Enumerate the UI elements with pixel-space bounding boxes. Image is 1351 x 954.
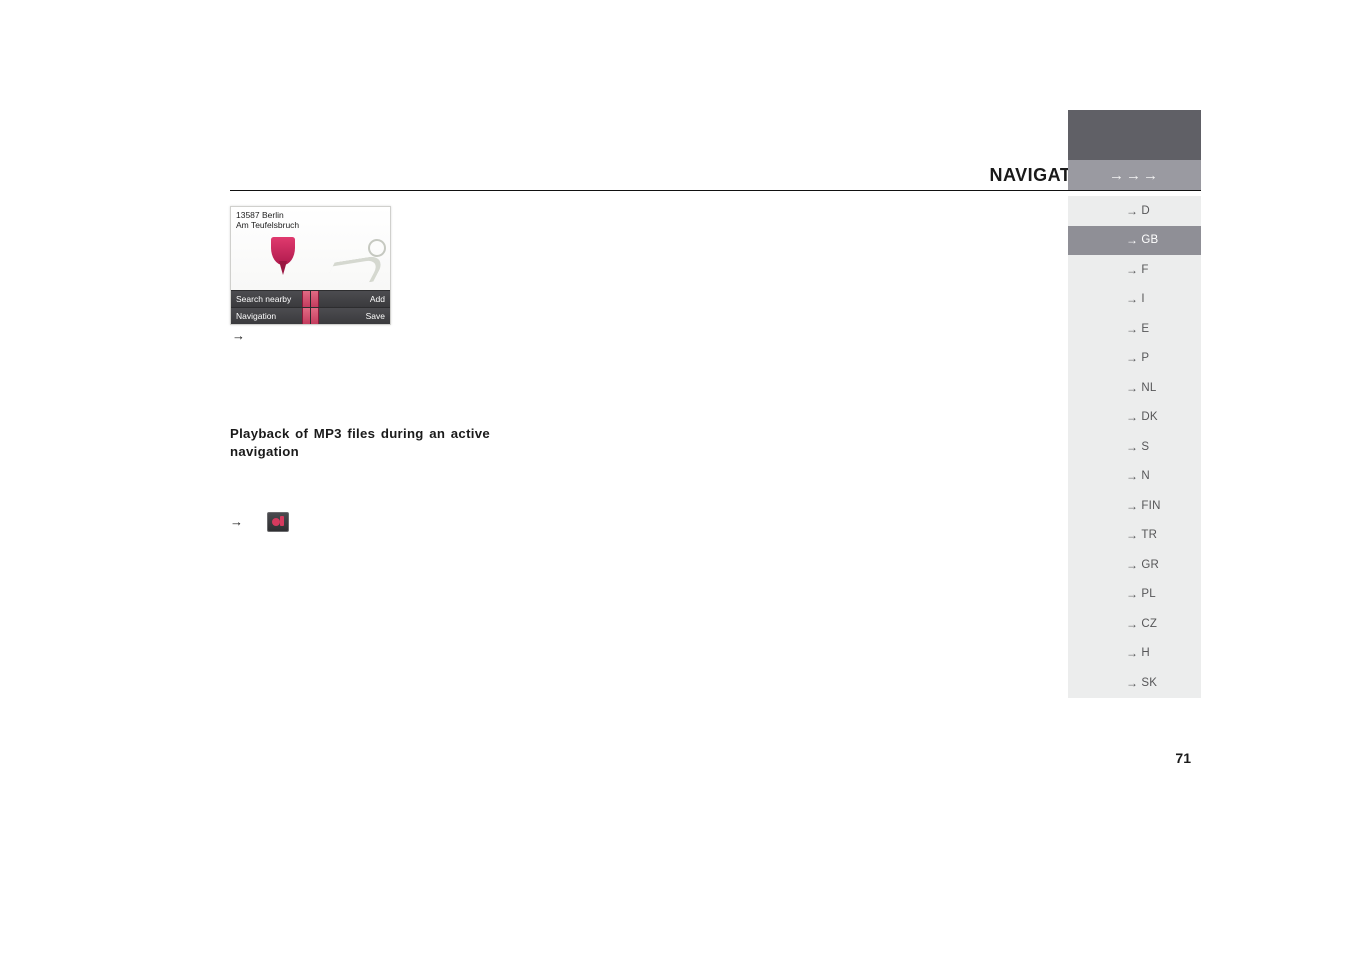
lang-item-gb[interactable]: →GB	[1068, 226, 1201, 256]
bullet-row: →	[230, 512, 640, 532]
lang-item-nl[interactable]: →NL	[1068, 373, 1201, 403]
device-screenshot: 13587 Berlin Am Teufelsbruch Search near…	[230, 206, 391, 325]
language-sidebar: →D→GB→F→I→E→P→NL→DK→S→N→FIN→TR→GR→PL→CZ→…	[1068, 196, 1201, 698]
arrow-right-icon: →	[1126, 646, 1138, 660]
lang-item-sk[interactable]: →SK	[1068, 668, 1201, 698]
content-column: 13587 Berlin Am Teufelsbruch Search near…	[230, 200, 640, 532]
lang-item-gr[interactable]: →GR	[1068, 550, 1201, 580]
lang-item-dk[interactable]: →DK	[1068, 403, 1201, 433]
lang-item-f[interactable]: →F	[1068, 255, 1201, 285]
screenshot-map	[231, 235, 390, 290]
arrow-right-icon: →	[1126, 292, 1138, 306]
lang-item-i[interactable]: →I	[1068, 285, 1201, 315]
lang-code: FIN	[1141, 500, 1160, 512]
arrow-right-icon: →	[1126, 558, 1138, 572]
arrow-right-icon: →	[1126, 528, 1138, 542]
lang-item-p[interactable]: →P	[1068, 344, 1201, 374]
lang-code: H	[1141, 647, 1150, 659]
lang-code: S	[1141, 441, 1149, 453]
arrow-right-icon: →	[1126, 263, 1138, 277]
page: NAVIGATIONAL MODE →→→ 13587 Berlin Am Te…	[0, 0, 1351, 954]
lang-code: SK	[1141, 677, 1157, 689]
arrow-right-icon: →	[1126, 676, 1138, 690]
save-button[interactable]: Save	[311, 307, 390, 324]
lang-item-n[interactable]: →N	[1068, 462, 1201, 492]
lang-item-d[interactable]: →D	[1068, 196, 1201, 226]
figure-reference-arrow: →	[232, 328, 640, 343]
arrow-right-icon: →	[1126, 351, 1138, 365]
arrow-right-icon: →	[1126, 587, 1138, 601]
section-heading: Playback of MP3 files during an active n…	[230, 425, 490, 462]
lang-code: GB	[1141, 234, 1158, 246]
map-circle-icon	[368, 239, 386, 257]
page-number: 71	[1175, 750, 1191, 766]
lang-item-tr[interactable]: →TR	[1068, 521, 1201, 551]
lang-code: CZ	[1141, 618, 1157, 630]
map-road-icon	[320, 254, 388, 290]
bullet-arrow-icon: →	[230, 514, 243, 529]
lang-code: E	[1141, 323, 1149, 335]
lang-code: DK	[1141, 411, 1158, 423]
lang-code: GR	[1141, 559, 1159, 571]
page-header: NAVIGATIONAL MODE	[230, 160, 1201, 191]
lang-item-h[interactable]: →H	[1068, 639, 1201, 669]
arrow-right-icon: →	[1126, 469, 1138, 483]
header-arrows: →→→	[1068, 160, 1201, 190]
map-pin-icon	[271, 237, 295, 277]
arrow-right-icon: →	[1126, 617, 1138, 631]
lang-code: D	[1141, 205, 1150, 217]
lang-item-cz[interactable]: →CZ	[1068, 609, 1201, 639]
arrow-right-icon: →	[1126, 499, 1138, 513]
lang-item-fin[interactable]: →FIN	[1068, 491, 1201, 521]
lang-code: P	[1141, 352, 1149, 364]
screenshot-button-row-2: Navigation Save	[231, 307, 390, 324]
mp3-player-icon	[267, 512, 289, 532]
screenshot-button-row-1: Search nearby Add	[231, 290, 390, 307]
corner-block	[1068, 110, 1201, 160]
lang-code: N	[1141, 470, 1150, 482]
arrow-right-icon: →	[1126, 233, 1138, 247]
add-button[interactable]: Add	[311, 290, 390, 307]
lang-item-e[interactable]: →E	[1068, 314, 1201, 344]
arrow-right-icon: →	[1126, 204, 1138, 218]
search-nearby-button[interactable]: Search nearby	[231, 290, 311, 307]
arrow-right-icon: →	[1126, 440, 1138, 454]
screenshot-address-line2: Am Teufelsbruch	[236, 221, 385, 231]
lang-item-pl[interactable]: →PL	[1068, 580, 1201, 610]
lang-code: F	[1141, 264, 1148, 276]
arrow-right-icon: →	[1126, 381, 1138, 395]
lang-code: NL	[1141, 382, 1156, 394]
lang-code: TR	[1141, 529, 1157, 541]
lang-code: I	[1141, 293, 1145, 305]
lang-code: PL	[1141, 588, 1156, 600]
navigation-button[interactable]: Navigation	[231, 307, 311, 324]
arrow-right-icon: →	[1126, 410, 1138, 424]
screenshot-address: 13587 Berlin Am Teufelsbruch	[231, 207, 390, 235]
arrow-right-icon: →	[1126, 322, 1138, 336]
lang-item-s[interactable]: →S	[1068, 432, 1201, 462]
